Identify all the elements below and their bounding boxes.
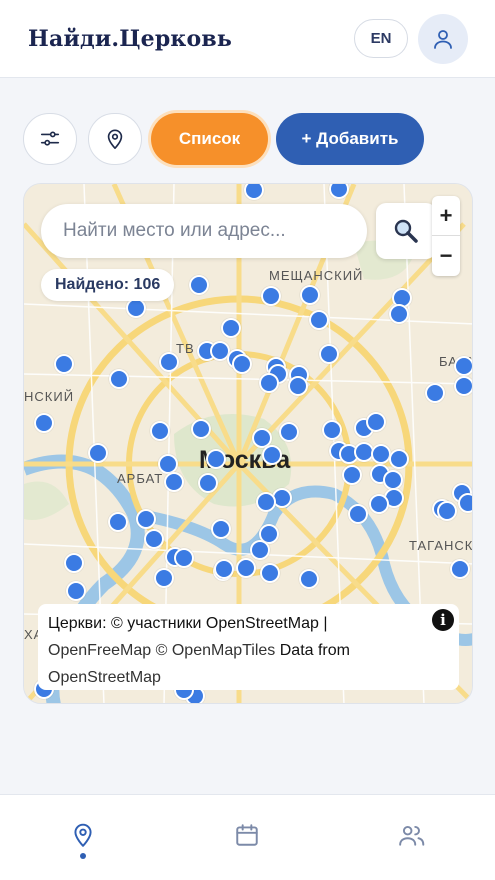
church-marker[interactable] xyxy=(206,449,226,469)
church-marker[interactable] xyxy=(322,420,342,440)
church-marker[interactable] xyxy=(221,318,241,338)
church-marker[interactable] xyxy=(108,512,128,532)
attribution-text: Data from xyxy=(275,642,350,659)
church-marker[interactable] xyxy=(260,563,280,583)
profile-button[interactable] xyxy=(418,14,468,64)
church-marker[interactable] xyxy=(256,492,276,512)
church-marker[interactable] xyxy=(319,344,339,364)
openfreemap-link[interactable]: OpenFreeMap © OpenMapTiles xyxy=(48,642,275,659)
church-marker[interactable] xyxy=(309,310,329,330)
map-pin-icon xyxy=(107,129,123,149)
church-marker[interactable] xyxy=(144,529,164,549)
church-marker[interactable] xyxy=(454,356,472,376)
church-marker[interactable] xyxy=(250,540,270,560)
church-marker[interactable] xyxy=(159,352,179,372)
users-icon xyxy=(399,825,425,846)
church-marker[interactable] xyxy=(88,443,108,463)
active-indicator xyxy=(80,853,86,859)
church-marker[interactable] xyxy=(189,275,209,295)
church-marker[interactable] xyxy=(371,444,391,464)
language-button[interactable]: EN xyxy=(354,19,408,58)
church-marker[interactable] xyxy=(299,569,319,589)
church-marker[interactable] xyxy=(232,354,252,374)
zoom-control: + − xyxy=(432,196,460,276)
church-marker[interactable] xyxy=(261,286,281,306)
nav-community[interactable] xyxy=(392,815,432,855)
church-marker[interactable] xyxy=(389,449,409,469)
district-label: ТАГАНСКИ xyxy=(409,538,473,553)
map-attribution: Церкви: © участники OpenStreetMap | Open… xyxy=(38,604,459,690)
attribution-line[interactable]: Церкви: © участники OpenStreetMap | xyxy=(48,610,449,637)
church-marker[interactable] xyxy=(109,369,129,389)
church-marker[interactable] xyxy=(66,581,86,601)
district-label: ТВ xyxy=(176,341,195,356)
church-marker[interactable] xyxy=(54,354,74,374)
church-marker[interactable] xyxy=(198,473,218,493)
openstreetmap-link[interactable]: OpenStreetMap xyxy=(48,664,449,691)
filter-button[interactable] xyxy=(23,113,77,165)
church-marker[interactable] xyxy=(259,373,279,393)
district-label: НСКИЙ xyxy=(24,389,75,404)
map-search-button[interactable] xyxy=(376,203,436,259)
nav-map[interactable] xyxy=(63,815,103,855)
magnifier-icon xyxy=(394,219,418,243)
app-header: Найди.Церковь EN xyxy=(0,0,495,78)
church-marker[interactable] xyxy=(348,504,368,524)
church-marker[interactable] xyxy=(64,553,84,573)
map-pin-icon xyxy=(74,823,92,847)
calendar-icon xyxy=(236,824,258,846)
church-marker[interactable] xyxy=(450,559,470,579)
church-marker[interactable] xyxy=(288,376,308,396)
church-marker[interactable] xyxy=(34,413,54,433)
church-marker[interactable] xyxy=(425,383,445,403)
attribution-line: OpenFreeMap © OpenMapTiles Data from xyxy=(48,637,449,664)
church-marker[interactable] xyxy=(214,559,234,579)
church-marker[interactable] xyxy=(366,412,386,432)
church-marker[interactable] xyxy=(236,558,256,578)
map-view[interactable]: МЕЩАНСКИЙ ТВ БАСМ АРБАТ ТАГАНСКИ НСКИЙ Х… xyxy=(23,183,473,704)
map-search-box xyxy=(41,204,367,258)
map-search-input[interactable] xyxy=(41,204,367,258)
church-marker[interactable] xyxy=(158,454,178,474)
church-marker[interactable] xyxy=(300,285,320,305)
list-button[interactable]: Список xyxy=(151,113,268,165)
church-marker[interactable] xyxy=(454,376,472,396)
church-marker[interactable] xyxy=(262,445,282,465)
church-marker[interactable] xyxy=(191,419,211,439)
info-icon[interactable]: i xyxy=(432,609,454,631)
church-marker[interactable] xyxy=(383,470,403,490)
church-marker[interactable] xyxy=(164,472,184,492)
church-marker[interactable] xyxy=(342,465,362,485)
zoom-in-button[interactable]: + xyxy=(432,196,460,236)
church-marker[interactable] xyxy=(389,304,409,324)
locate-button[interactable] xyxy=(88,113,142,165)
church-marker[interactable] xyxy=(154,568,174,588)
church-marker[interactable] xyxy=(150,421,170,441)
add-church-button[interactable]: + Добавить xyxy=(276,113,424,165)
user-icon xyxy=(434,30,452,49)
church-marker[interactable] xyxy=(174,548,194,568)
church-marker[interactable] xyxy=(126,298,146,318)
bottom-navigation xyxy=(0,794,495,880)
church-marker[interactable] xyxy=(437,501,457,521)
sliders-icon xyxy=(40,131,60,146)
church-marker[interactable] xyxy=(458,493,472,513)
district-label: МЕЩАНСКИЙ xyxy=(269,268,364,283)
results-count-badge: Найдено: 106 xyxy=(41,269,175,301)
church-marker[interactable] xyxy=(279,422,299,442)
church-marker[interactable] xyxy=(211,519,231,539)
district-label: АРБАТ xyxy=(117,471,164,486)
church-marker[interactable] xyxy=(369,494,389,514)
nav-calendar[interactable] xyxy=(227,815,267,855)
zoom-out-button[interactable]: − xyxy=(432,236,460,276)
app-logo[interactable]: Найди.Церковь xyxy=(28,26,232,52)
church-marker[interactable] xyxy=(136,509,156,529)
